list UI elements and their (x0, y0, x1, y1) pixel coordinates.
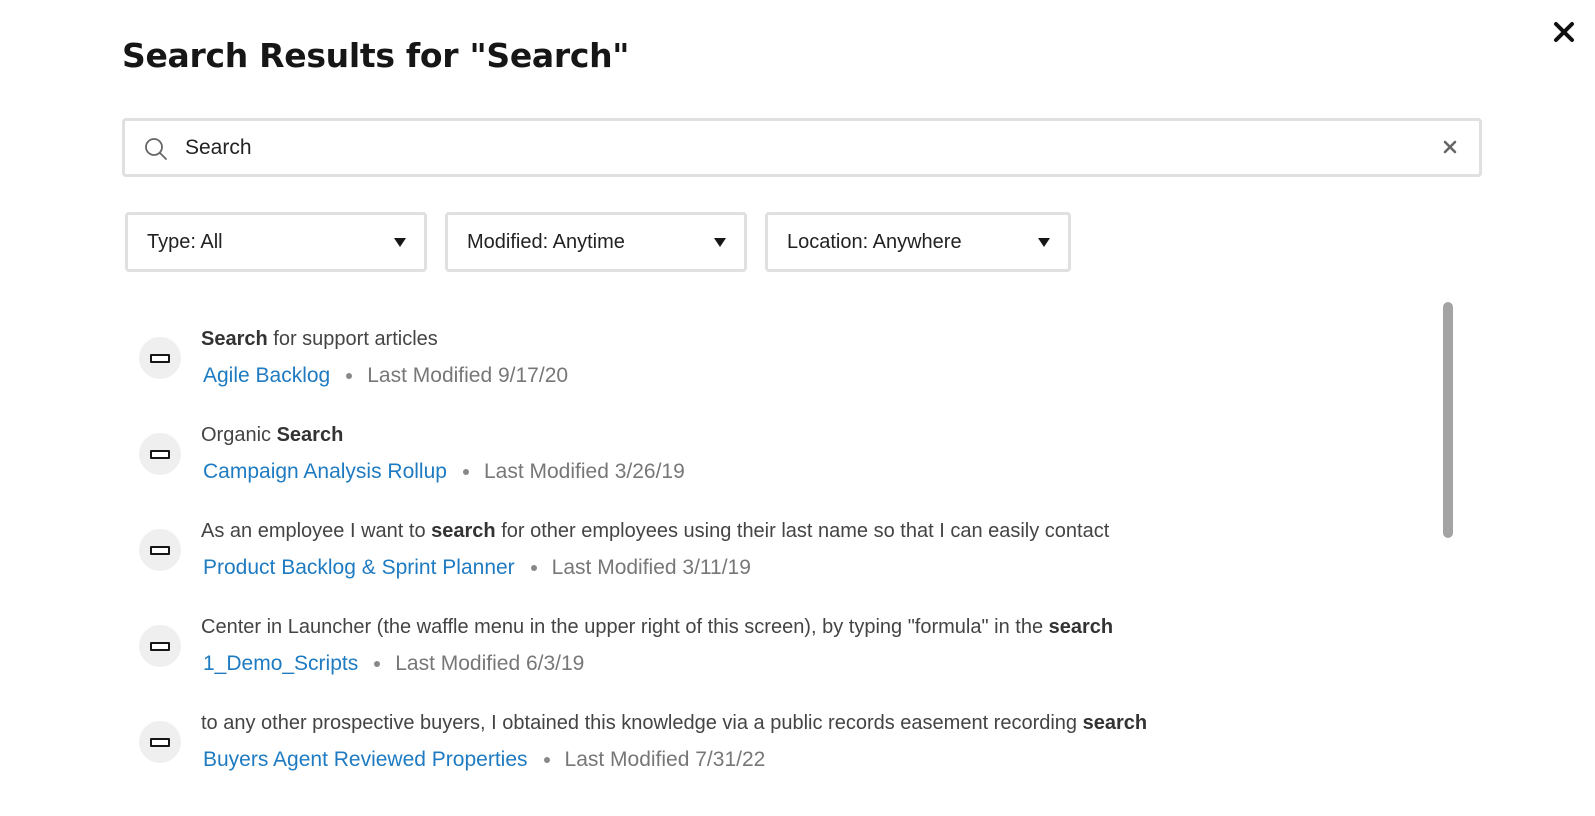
result-modified: Last Modified 3/11/19 (551, 556, 751, 579)
location-filter-dropdown[interactable]: Location: Anywhere (765, 212, 1071, 272)
result-item[interactable]: Search for support articles Agile Backlo… (125, 302, 1425, 392)
separator-dot (346, 373, 353, 379)
result-item[interactable]: Organic Search Campaign Analysis Rollup … (125, 398, 1425, 488)
clear-icon (1443, 140, 1457, 154)
result-snippet: Center in Launcher (the waffle menu in t… (201, 616, 1114, 638)
result-modified: Last Modified 3/26/19 (483, 460, 685, 483)
result-sheet-link[interactable]: Agile Backlog (203, 364, 330, 388)
result-modified: Last Modified 6/3/19 (395, 652, 585, 675)
search-results-dialog: Search Results for "Search" Type: All Mo… (0, 0, 1595, 816)
search-icon (145, 138, 167, 160)
sheet-icon (139, 721, 181, 763)
result-modified: Last Modified 9/17/20 (367, 364, 569, 387)
search-input[interactable] (185, 121, 1385, 174)
result-sheet-link[interactable]: Buyers Agent Reviewed Properties (203, 748, 528, 772)
close-button[interactable] (1552, 20, 1576, 44)
sheet-icon (139, 529, 181, 571)
caret-down-icon (714, 237, 726, 247)
page-title: Search Results for "Search" (122, 36, 630, 75)
result-item[interactable]: As an employee I want to search for othe… (125, 494, 1425, 584)
location-filter-label: Location: Anywhere (787, 230, 962, 253)
type-filter-label: Type: All (147, 230, 223, 253)
result-snippet: Organic Search (201, 424, 344, 446)
separator-dot (462, 469, 469, 475)
separator-dot (530, 565, 537, 571)
sheet-icon (139, 433, 181, 475)
result-snippet: As an employee I want to search for othe… (201, 520, 1110, 542)
search-box (122, 118, 1482, 177)
result-sheet-link[interactable]: Campaign Analysis Rollup (203, 460, 447, 484)
result-sheet-link[interactable]: Product Backlog & Sprint Planner (203, 556, 515, 580)
result-sheet-link[interactable]: 1_Demo_Scripts (203, 652, 358, 676)
sheet-icon (139, 625, 181, 667)
result-snippet: Search for support articles (201, 328, 438, 350)
modified-filter-dropdown[interactable]: Modified: Anytime (445, 212, 747, 272)
separator-dot (543, 757, 550, 763)
type-filter-dropdown[interactable]: Type: All (125, 212, 427, 272)
result-item[interactable]: Center in Launcher (the waffle menu in t… (125, 590, 1425, 680)
result-modified: Last Modified 7/31/22 (564, 748, 766, 771)
result-item[interactable]: to any other prospective buyers, I obtai… (125, 686, 1425, 774)
filter-bar: Type: All Modified: Anytime Location: An… (125, 212, 1089, 272)
results-scrollbar[interactable] (1443, 302, 1453, 538)
result-snippet: to any other prospective buyers, I obtai… (201, 712, 1148, 734)
clear-search-button[interactable] (1441, 138, 1459, 156)
sheet-icon (139, 337, 181, 379)
separator-dot (374, 661, 381, 667)
close-icon (1554, 22, 1574, 42)
caret-down-icon (1038, 237, 1050, 247)
results-list: Search for support articles Agile Backlo… (125, 302, 1465, 774)
caret-down-icon (394, 237, 406, 247)
modified-filter-label: Modified: Anytime (467, 230, 625, 253)
